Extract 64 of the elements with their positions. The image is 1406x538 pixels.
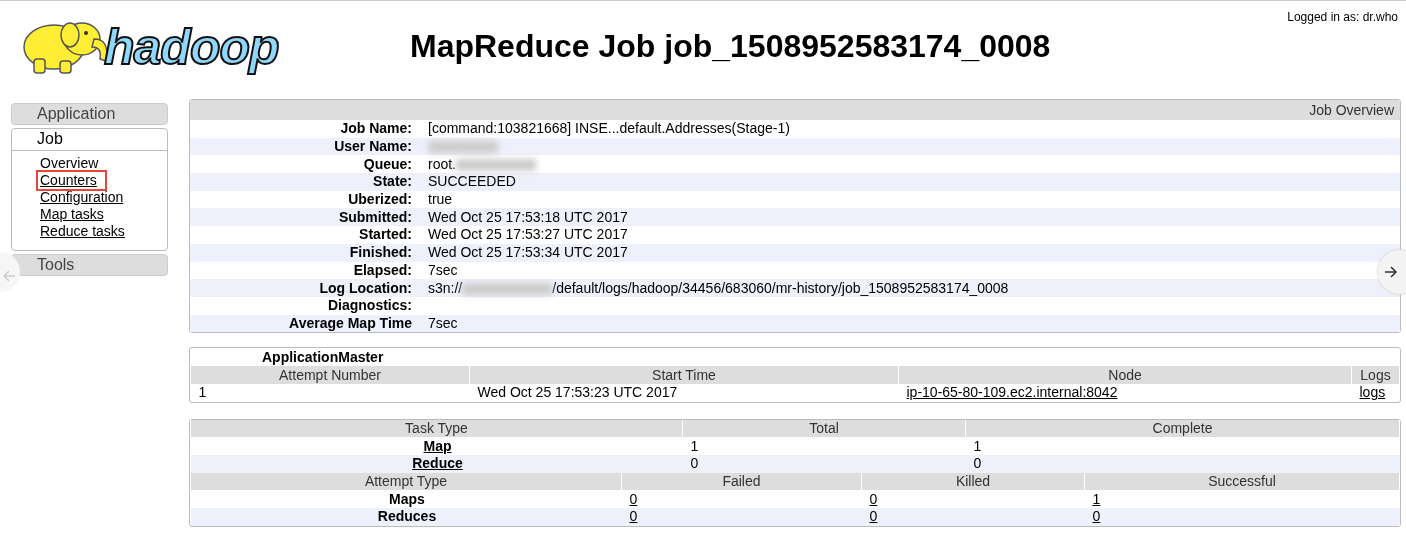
- count-link[interactable]: 0: [1092, 508, 1101, 525]
- table-link[interactable]: ip-10-65-80-109.ec2.internal:8042: [906, 384, 1118, 401]
- field-label: Job Name:: [190, 120, 422, 138]
- count-link[interactable]: 0: [869, 508, 878, 525]
- field-label: Elapsed:: [190, 261, 422, 280]
- field-label: Average Map Time: [190, 314, 422, 333]
- table-cell: 1: [198, 384, 207, 401]
- column-header: Node: [898, 366, 1352, 384]
- count-link[interactable]: 1: [1092, 490, 1101, 507]
- row-label: Maps: [389, 490, 425, 507]
- table-cell: 0: [973, 455, 982, 472]
- field-value: 7sec: [428, 261, 458, 278]
- page-title: MapReduce Job job_1508952583174_0008: [410, 28, 1051, 65]
- task-type-link[interactable]: Map: [423, 437, 452, 454]
- table-cell: 0: [690, 455, 699, 472]
- field-label: Uberized:: [190, 190, 422, 209]
- field-label: Log Location:: [190, 279, 422, 297]
- field-value: 7sec: [428, 314, 458, 331]
- field-value: [command:103821668] INSE...default.Addresses(Stage-1): [428, 120, 790, 137]
- field-value: s3n://: [428, 279, 463, 296]
- logo-wordmark: hadoop: [104, 18, 279, 76]
- section-header[interactable]: Application: [11, 103, 168, 125]
- nav-link[interactable]: Counters: [38, 172, 105, 189]
- field-value: /default/logs/hadoop/34456/683060/mr-history/job_1508952583174_0008: [552, 279, 1009, 296]
- field-label: Diagnostics:: [190, 296, 422, 315]
- table-title: Job Overview: [1309, 102, 1394, 118]
- column-header: Attempt Number: [190, 366, 470, 384]
- table-cell: 1: [690, 437, 699, 454]
- count-link[interactable]: 0: [629, 490, 638, 507]
- task-type-link[interactable]: Reduce: [412, 455, 463, 472]
- field-value: SUCCEEDED: [428, 173, 516, 190]
- field-label: Submitted:: [190, 208, 422, 227]
- field-value: Wed Oct 25 17:53:18 UTC 2017: [428, 208, 628, 225]
- nav-link[interactable]: Reduce tasks: [40, 223, 125, 240]
- field-label: Started:: [190, 226, 422, 244]
- field-label: Finished:: [190, 243, 422, 262]
- section-header[interactable]: Job: [12, 129, 167, 151]
- table-link[interactable]: logs: [1359, 384, 1386, 401]
- table-title: ApplicationMaster: [262, 349, 384, 366]
- count-link[interactable]: 0: [629, 508, 638, 525]
- field-value: true: [428, 191, 453, 208]
- count-link[interactable]: 0: [869, 490, 878, 507]
- column-header: Complete: [965, 419, 1400, 438]
- arrow-right-icon: [1384, 265, 1398, 279]
- nav-link[interactable]: Map tasks: [40, 206, 104, 223]
- login-status: Logged in as: dr.who: [1287, 10, 1398, 24]
- field-label: Queue:: [190, 155, 422, 174]
- table-cell: 1: [973, 437, 982, 454]
- field-value: Wed Oct 25 17:53:34 UTC 2017: [428, 244, 628, 261]
- field-value: root.: [428, 155, 456, 172]
- redacted-blur: [428, 141, 498, 154]
- field-label: User Name:: [190, 137, 422, 156]
- field-label: State:: [190, 173, 422, 191]
- field-value: Wed Oct 25 17:53:27 UTC 2017: [428, 226, 628, 243]
- column-header: Task Type: [190, 419, 683, 438]
- column-header: Logs: [1351, 366, 1400, 384]
- column-header: Start Time: [469, 366, 899, 384]
- table-cell: Wed Oct 25 17:53:23 UTC 2017: [477, 384, 678, 401]
- arrow-left-icon: [2, 269, 16, 283]
- column-header: Total: [682, 419, 966, 438]
- nav-link[interactable]: Configuration: [40, 189, 124, 206]
- section-header[interactable]: Tools: [11, 254, 168, 276]
- nav-link[interactable]: Overview: [40, 155, 99, 172]
- row-label: Reduces: [377, 508, 437, 525]
